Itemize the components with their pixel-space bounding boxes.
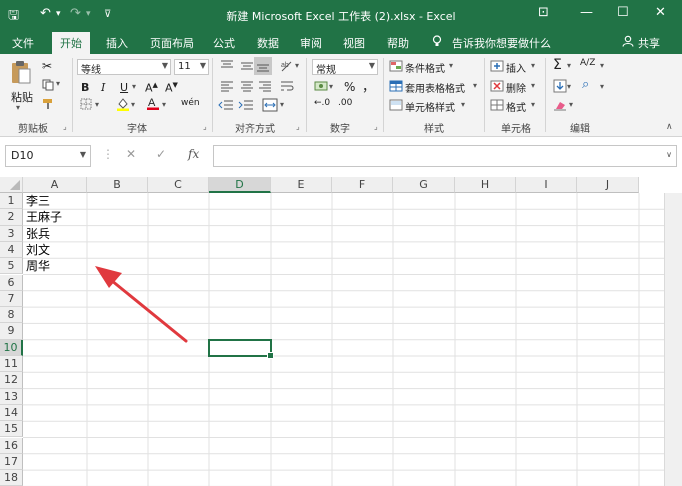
annotation-arrow-icon (95, 266, 188, 343)
